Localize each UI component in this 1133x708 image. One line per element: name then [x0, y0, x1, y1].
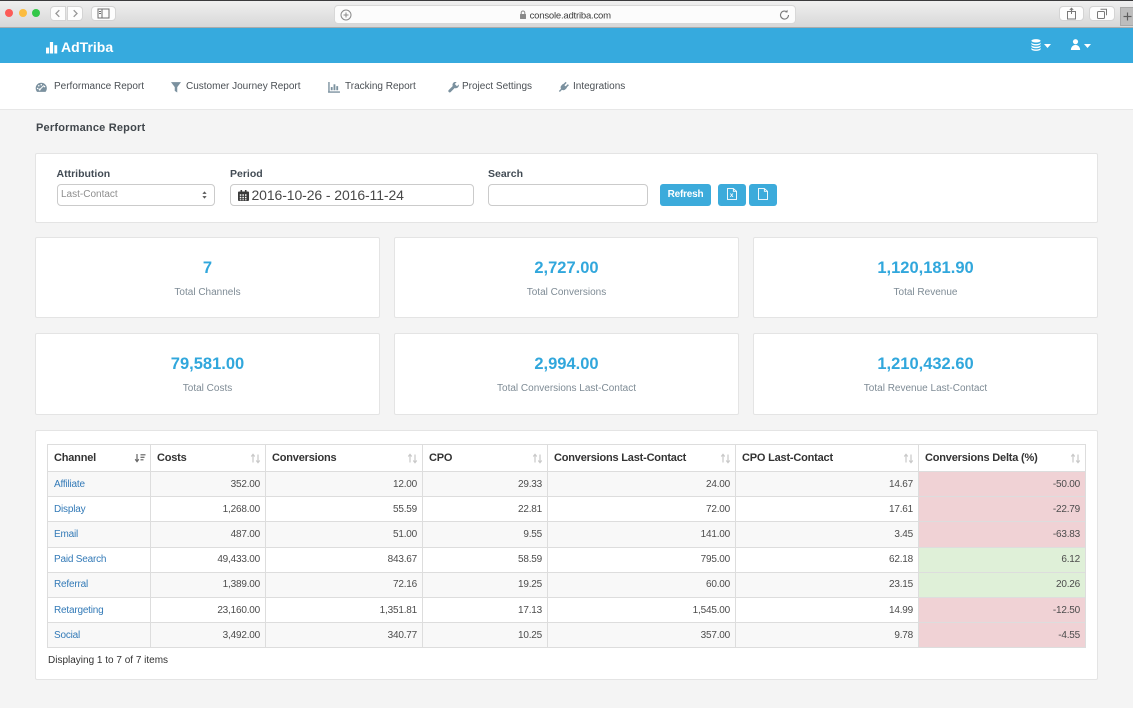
svg-text:x: x	[730, 192, 734, 199]
